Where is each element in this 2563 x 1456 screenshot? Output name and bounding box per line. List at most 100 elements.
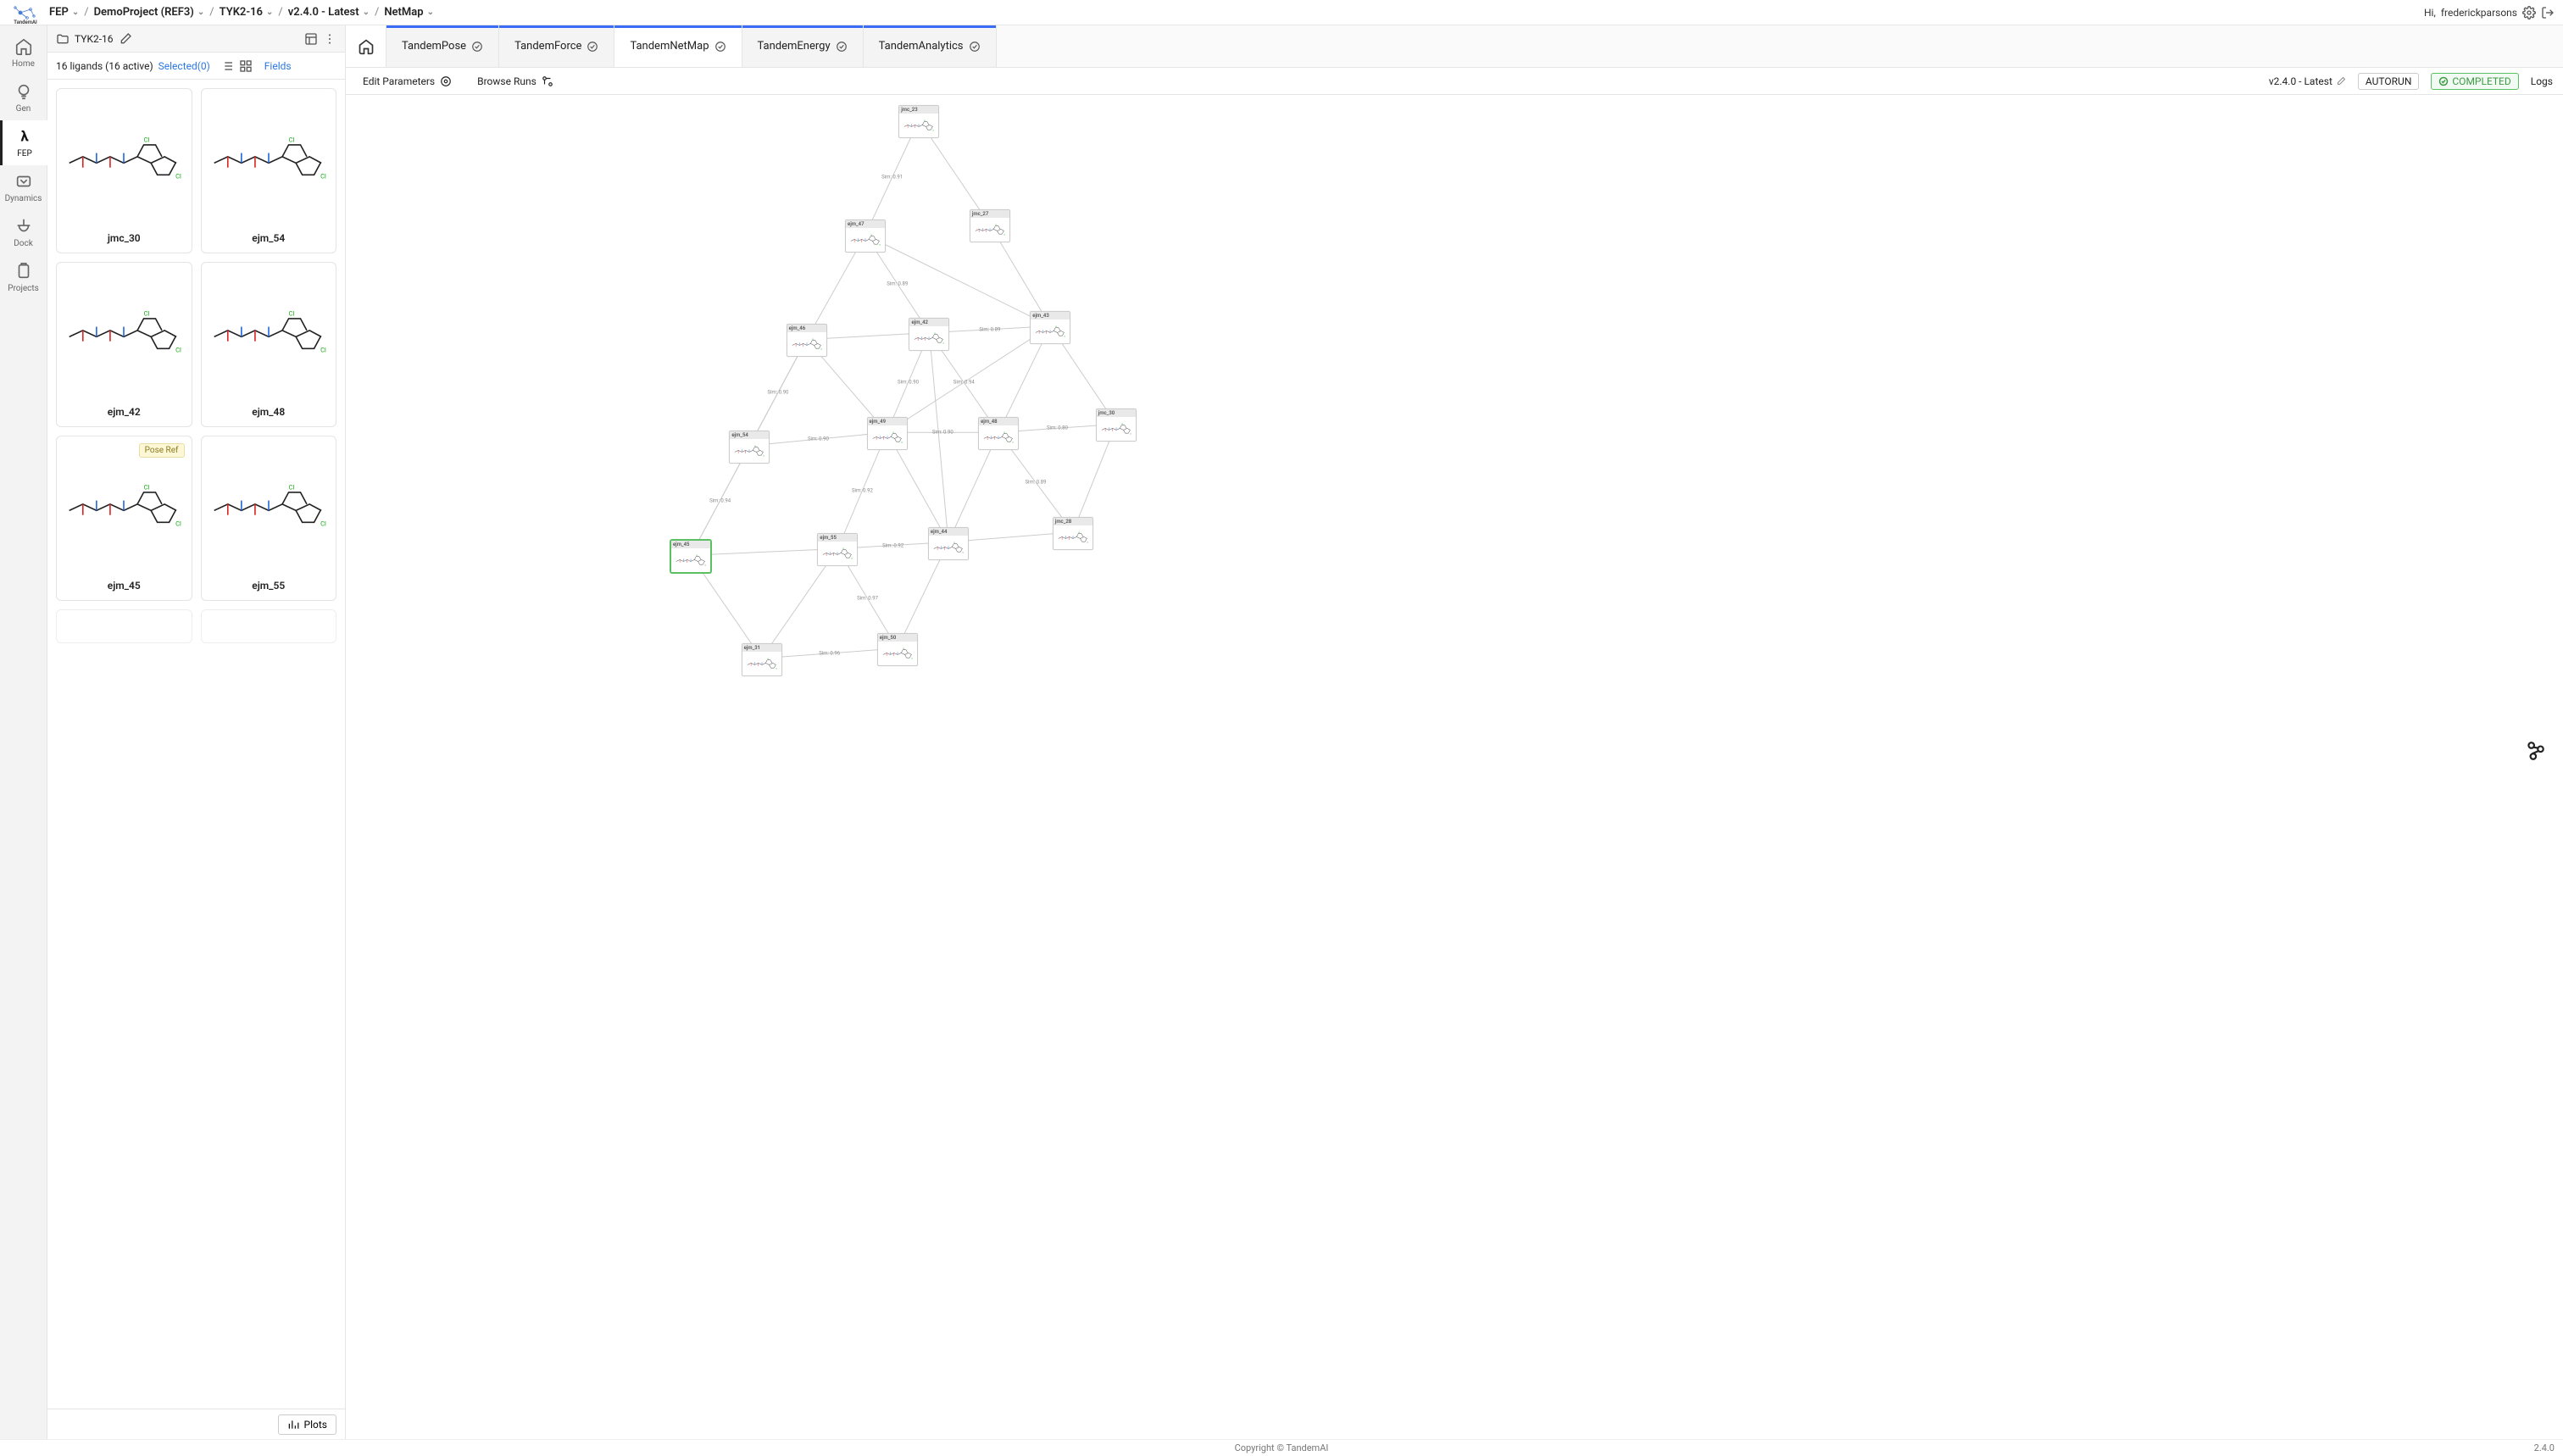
svg-text:Cl: Cl <box>144 483 150 491</box>
list-icon[interactable] <box>220 59 234 73</box>
ligand-toolbar: TYK2-16 <box>47 25 345 53</box>
svg-text:Cl: Cl <box>1065 336 1066 337</box>
netmap-node[interactable]: ejm_47ClCl <box>845 220 886 253</box>
grid-icon[interactable] <box>239 59 253 73</box>
molecule-icon: ClCl <box>202 436 336 575</box>
molecule-icon: ClCl <box>57 89 192 227</box>
svg-text:Cl: Cl <box>288 483 294 491</box>
edit-parameters-button[interactable]: Edit Parameters <box>356 73 459 90</box>
svg-text:Cl: Cl <box>962 552 964 553</box>
netmap-node[interactable]: ejm_54ClCl <box>729 431 770 464</box>
molecule-icon: ClCl <box>57 263 192 401</box>
svg-text:Cl: Cl <box>175 520 181 527</box>
ligand-name: ejm_42 <box>108 401 141 426</box>
user-area: Hi, frederickparsons <box>2424 6 2555 19</box>
svg-text:λ: λ <box>20 130 28 146</box>
ligand-name: ejm_48 <box>252 401 285 426</box>
svg-text:Cl: Cl <box>933 130 935 131</box>
netmap-canvas[interactable]: jmc_23ClCl jmc_27ClCl ejm_47ClCl ejm_46ClCl… <box>346 95 2563 1439</box>
netmap-node[interactable]: jmc_30ClCl <box>1096 408 1137 442</box>
detail-icon[interactable] <box>304 32 318 46</box>
user-name: frederickparsons <box>2441 7 2517 19</box>
more-icon[interactable] <box>323 32 336 46</box>
netmap-node[interactable]: ejm_43ClCl <box>1030 311 1070 344</box>
netmap-node[interactable]: ejm_45ClCl <box>670 540 711 573</box>
logs-link[interactable]: Logs <box>2531 75 2553 87</box>
svg-text:Cl: Cl <box>764 455 765 457</box>
ligand-card[interactable]: ClClejm_54 <box>201 88 337 253</box>
version-label[interactable]: v2.4.0 - Latest <box>2269 75 2346 87</box>
footer: Copyright © TandemAI 2.4.0 <box>0 1439 2563 1456</box>
ligand-card[interactable]: Pose RefClClejm_45 <box>56 436 192 601</box>
tab-tandemenergy[interactable]: TandemEnergy <box>742 25 864 67</box>
plots-button[interactable]: Plots <box>278 1414 336 1435</box>
rail-dynamics[interactable]: Dynamics <box>0 165 47 210</box>
svg-text:Cl: Cl <box>704 565 706 567</box>
rail-gen[interactable]: Gen <box>0 75 47 120</box>
ligand-name: jmc_30 <box>108 227 141 253</box>
breadcrumb: FEP⌄/DemoProject (REF3)⌄/TYK2-16⌄/v2.4.0… <box>49 6 2424 19</box>
netmap-node[interactable]: ejm_49ClCl <box>867 417 908 450</box>
tab-tandempose[interactable]: TandemPose <box>386 25 499 67</box>
netmap-node[interactable]: ejm_48ClCl <box>978 417 1019 450</box>
molecule-icon: ClCl <box>202 89 336 227</box>
folder-name: TYK2-16 <box>75 33 114 45</box>
home-tab[interactable] <box>346 25 386 67</box>
rail-dock[interactable]: Dock <box>0 210 47 255</box>
crumb-0[interactable]: FEP⌄ <box>49 6 79 19</box>
ligand-count: 16 ligands (16 active) <box>56 60 153 72</box>
main-panel: TandemPoseTandemForceTandemNetMapTandemE… <box>346 25 2563 1439</box>
rail-fep[interactable]: λFEP <box>0 120 47 165</box>
ligand-card[interactable]: ClClejm_48 <box>201 262 337 427</box>
netmap-node[interactable]: ejm_31ClCl <box>742 643 782 676</box>
ligand-panel: TYK2-16 16 ligands (16 active) Selected(… <box>47 25 346 1439</box>
svg-text:Cl: Cl <box>911 658 913 659</box>
netmap-node[interactable]: jmc_23ClCl <box>898 105 939 138</box>
svg-text:Cl: Cl <box>820 349 822 351</box>
ligand-card[interactable]: ClClejm_55 <box>201 436 337 601</box>
netmap-node[interactable]: ejm_42ClCl <box>909 318 949 351</box>
netmap-node[interactable]: jmc_27ClCl <box>970 209 1010 242</box>
fields-link[interactable]: Fields <box>264 60 292 72</box>
netmap-node[interactable]: ejm_46ClCl <box>787 324 827 357</box>
svg-text:Cl: Cl <box>1012 442 1014 444</box>
crumb-3[interactable]: v2.4.0 - Latest⌄ <box>288 6 370 19</box>
ligand-name: ejm_45 <box>108 575 141 600</box>
svg-text:TandemAI: TandemAI <box>14 19 37 25</box>
pencil-icon[interactable] <box>119 32 132 46</box>
svg-text:Cl: Cl <box>879 244 881 246</box>
tab-tandemforce[interactable]: TandemForce <box>499 25 614 67</box>
app-logo: TandemAI <box>8 1 42 25</box>
svg-text:Cl: Cl <box>901 442 903 444</box>
ligand-card[interactable]: ClCljmc_30 <box>56 88 192 253</box>
svg-text:Cl: Cl <box>852 559 853 560</box>
netmap-node[interactable]: ejm_44ClCl <box>928 527 969 560</box>
tab-tandemnetmap[interactable]: TandemNetMap <box>614 25 742 67</box>
status-badge: COMPLETED <box>2431 73 2518 90</box>
gear-icon[interactable] <box>2522 6 2536 19</box>
svg-text:Cl: Cl <box>776 668 777 670</box>
rail-projects[interactable]: Projects <box>0 255 47 300</box>
svg-text:Cl: Cl <box>175 172 181 180</box>
selected-link[interactable]: Selected(0) <box>158 60 210 72</box>
netmap-node[interactable]: ejm_55ClCl <box>817 533 858 566</box>
netmap-subbar: Edit Parameters Browse Runs v2.4.0 - Lat… <box>346 68 2563 95</box>
folder-icon <box>56 32 69 46</box>
cluster-icon[interactable] <box>2524 740 2546 762</box>
crumb-4[interactable]: NetMap⌄ <box>384 6 434 19</box>
crumb-1[interactable]: DemoProject (REF3)⌄ <box>94 6 205 19</box>
netmap-node[interactable]: ejm_50ClCl <box>877 633 918 666</box>
rail-home[interactable]: Home <box>0 31 47 75</box>
tab-tandemanalytics[interactable]: TandemAnalytics <box>864 25 997 67</box>
ligand-card[interactable]: ClClejm_42 <box>56 262 192 427</box>
svg-text:Cl: Cl <box>943 342 945 344</box>
copyright: Copyright © TandemAI <box>1235 1442 1329 1453</box>
ligand-status-bar: 16 ligands (16 active) Selected(0) Field… <box>47 53 345 80</box>
netmap-node[interactable]: jmc_28ClCl <box>1053 517 1093 550</box>
logout-icon[interactable] <box>2541 6 2555 19</box>
tab-row: TandemPoseTandemForceTandemNetMapTandemE… <box>346 25 2563 68</box>
svg-text:Cl: Cl <box>320 346 326 353</box>
autorun-button[interactable]: AUTORUN <box>2358 73 2420 90</box>
browse-runs-button[interactable]: Browse Runs <box>470 73 560 90</box>
crumb-2[interactable]: TYK2-16⌄ <box>220 6 274 19</box>
